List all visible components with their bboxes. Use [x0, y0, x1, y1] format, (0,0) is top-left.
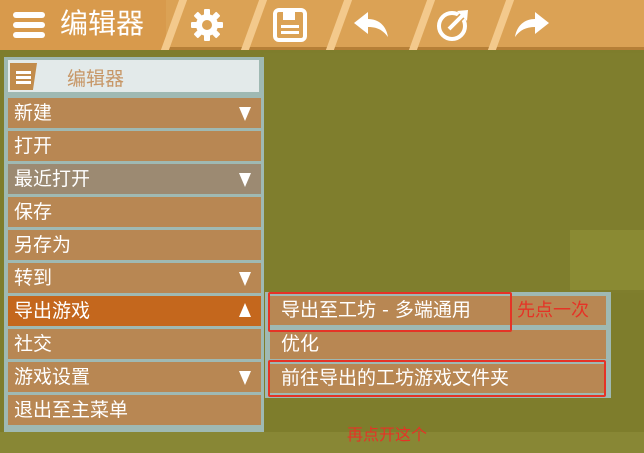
panel-header: 编辑器 [8, 60, 259, 92]
menu-item-export-game[interactable]: 导出游戏 [8, 296, 261, 326]
menu-item-game-settings[interactable]: 游戏设置 [8, 362, 261, 392]
chevron-down-icon [239, 371, 251, 385]
panel-title: 编辑器 [67, 68, 125, 90]
toolbar-divider [240, 0, 268, 50]
chevron-down-icon [239, 272, 251, 286]
annotation-note-first: 先点一次 [517, 300, 589, 321]
publish-icon[interactable] [433, 7, 473, 43]
menu-item-social[interactable]: 社交 [8, 329, 261, 359]
redo-icon[interactable] [513, 7, 553, 43]
menu-item-label: 游戏设置 [14, 366, 91, 388]
annotation-highlight-box [268, 292, 512, 332]
menu-item-label: 退出至主菜单 [14, 399, 129, 421]
top-toolbar: 编辑器 [0, 0, 644, 50]
menu-item-label: 新建 [14, 102, 53, 124]
menu-item-goto[interactable]: 转到 [8, 263, 261, 293]
chevron-down-icon [239, 107, 251, 121]
editor-menu-panel: 编辑器 新建 打开 最近打开 保存 另存为 转到 导出游戏 社交 游戏设置 退出… [4, 57, 264, 432]
menu-item-label: 转到 [14, 267, 53, 289]
menu-item-label: 另存为 [14, 234, 72, 256]
menu-item-label: 保存 [14, 201, 53, 223]
menu-item-label: 导出游戏 [14, 300, 91, 322]
gear-icon[interactable] [187, 7, 227, 43]
annotation-highlight-box [268, 360, 606, 397]
chevron-down-icon [239, 173, 251, 187]
submenu-item-optimize[interactable]: 优化 [270, 330, 606, 359]
menu-item-save[interactable]: 保存 [8, 197, 261, 227]
save-icon[interactable] [270, 7, 310, 43]
menu-item-recent[interactable]: 最近打开 [8, 164, 261, 194]
menu-item-label: 社交 [14, 333, 53, 355]
menu-item-label: 打开 [14, 135, 53, 157]
submenu-item-label: 优化 [281, 333, 320, 355]
toolbar-divider [487, 0, 515, 50]
hamburger-menu-icon[interactable] [13, 12, 45, 38]
menu-icon[interactable] [10, 63, 37, 90]
terrain-block [0, 432, 644, 453]
menu-item-label: 最近打开 [14, 168, 91, 190]
app-title: 编辑器 [60, 7, 145, 40]
menu-item-new[interactable]: 新建 [8, 98, 261, 128]
toolbar-divider [408, 0, 436, 50]
toolbar-divider [325, 0, 353, 50]
undo-icon[interactable] [350, 7, 390, 43]
annotation-note-second: 再点开这个 [347, 425, 428, 444]
chevron-up-icon [239, 303, 251, 317]
menu-item-exit-to-main-menu[interactable]: 退出至主菜单 [8, 395, 261, 425]
terrain-block [570, 230, 644, 290]
menu-item-open[interactable]: 打开 [8, 131, 261, 161]
menu-item-save-as[interactable]: 另存为 [8, 230, 261, 260]
